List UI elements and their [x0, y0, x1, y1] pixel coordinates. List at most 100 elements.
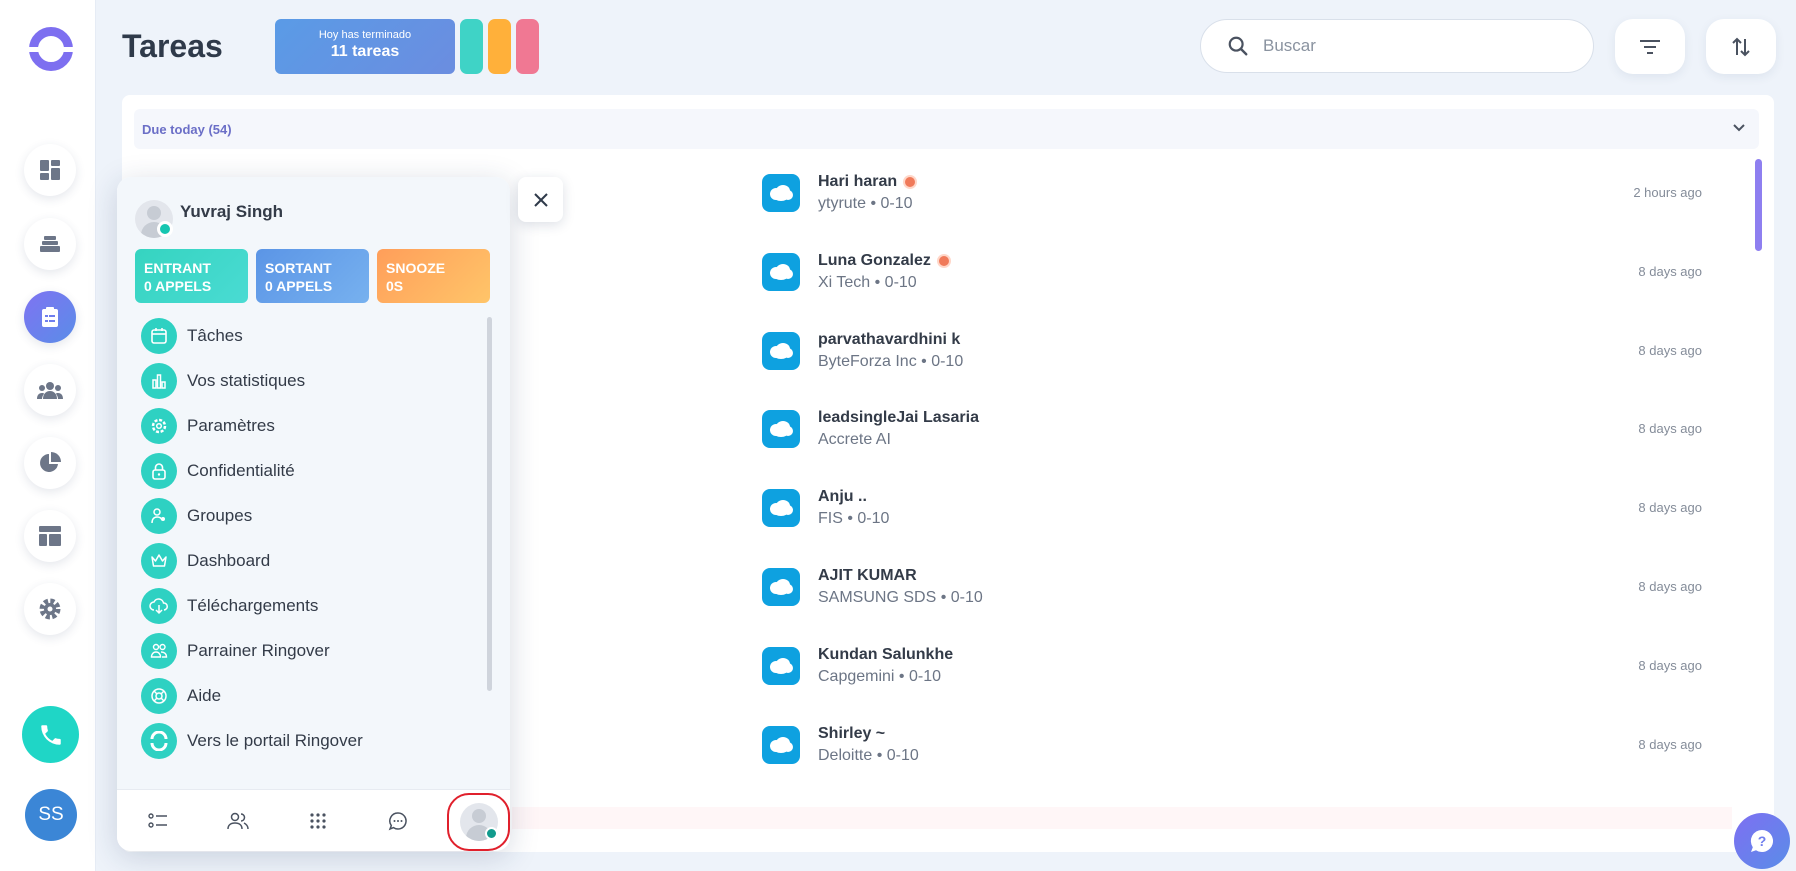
salesforce-icon: [762, 489, 800, 527]
menu-item-parametres[interactable]: Paramètres: [141, 407, 461, 445]
task-contact-company: ytyrute • 0-10: [818, 195, 913, 212]
menu-item-label: Dashboard: [187, 551, 271, 570]
menu-item-portail[interactable]: Vers le portail Ringover: [141, 722, 461, 760]
task-row[interactable]: Anju .. FIS • 0-10 8 days ago: [762, 477, 1702, 556]
priority-flag-icon: [936, 254, 951, 268]
close-popover-button[interactable]: [518, 177, 563, 222]
overdue-section-edge: [512, 807, 1732, 829]
salesforce-icon: [762, 568, 800, 606]
stat-label: SNOOZE: [386, 260, 446, 276]
menu-item-label: Parrainer Ringover: [187, 641, 330, 660]
task-row[interactable]: Luna Gonzalez Xi Tech • 0-10 8 days ago: [762, 241, 1702, 320]
task-contact-name: AJIT KUMAR: [818, 567, 917, 584]
phone-call-button[interactable]: [22, 706, 79, 763]
task-time: 8 days ago: [1638, 579, 1702, 594]
task-contact-name: Shirley ~: [818, 725, 886, 742]
page-title: Tareas: [122, 28, 223, 64]
pie-chart-icon[interactable]: [24, 437, 76, 489]
bar-chart-icon: [141, 363, 177, 399]
task-contact-company: Deloitte • 0-10: [818, 747, 919, 764]
calendar-icon: [141, 318, 177, 354]
popover-body: Yuvraj Singh ENTRANT 0 APPELS SORTANT 0 …: [117, 177, 510, 789]
chat-nav-button[interactable]: [381, 804, 415, 838]
menu-item-aide[interactable]: Aide: [141, 677, 461, 715]
menu-item-statistiques[interactable]: Vos statistiques: [141, 362, 461, 400]
salesforce-icon: [762, 253, 800, 291]
svg-text:?: ?: [1758, 833, 1767, 849]
task-row[interactable]: Shirley ~ Deloitte • 0-10 8 days ago: [762, 714, 1702, 793]
help-button[interactable]: ?: [1734, 813, 1790, 869]
dashboard-icon[interactable]: [24, 144, 76, 196]
salesforce-icon: [762, 647, 800, 685]
due-today-label: Due today (54): [142, 122, 232, 137]
menu-item-parrainer[interactable]: Parrainer Ringover: [141, 632, 461, 670]
gear-icon[interactable]: [24, 583, 76, 635]
stat-snooze: SNOOZE 0S: [377, 249, 490, 303]
layout-icon[interactable]: [24, 510, 76, 562]
task-row[interactable]: Kundan Salunkhe Capgemini • 0-10 8 days …: [762, 635, 1702, 714]
popover-scrollbar[interactable]: [487, 317, 492, 691]
task-contact-company: Capgemini • 0-10: [818, 668, 941, 685]
task-list-nav-button[interactable]: [141, 804, 175, 838]
user-avatar[interactable]: SS: [25, 789, 77, 841]
done-card-caption: Hoy has terminado: [318, 29, 412, 41]
salesforce-icon: [762, 726, 800, 764]
dialpad-icon: [310, 813, 326, 829]
filter-icon: [1640, 39, 1660, 54]
app-logo-icon[interactable]: [26, 27, 76, 71]
menu-item-taches[interactable]: Tâches: [141, 317, 461, 355]
tasks-icon[interactable]: [24, 291, 76, 343]
cloud-download-icon: [141, 588, 177, 624]
menu-item-groupes[interactable]: Groupes: [141, 497, 461, 535]
profile-nav-button[interactable]: [447, 793, 510, 851]
menu-item-confidentialite[interactable]: Confidentialité: [141, 452, 461, 490]
progress-pill-orange: [488, 19, 511, 74]
menu-item-telechargements[interactable]: Téléchargements: [141, 587, 461, 625]
menu-item-dashboard[interactable]: Dashboard: [141, 542, 461, 580]
sort-button[interactable]: [1706, 19, 1776, 74]
due-today-section-header[interactable]: Due today (54): [134, 109, 1759, 149]
stat-label: ENTRANT: [144, 260, 211, 276]
search-icon: [1228, 36, 1248, 56]
task-row[interactable]: leadsingleJai Lasaria Accrete AI 8 days …: [762, 398, 1702, 477]
profile-popover: Yuvraj Singh ENTRANT 0 APPELS SORTANT 0 …: [117, 177, 510, 851]
tasks-done-card: Hoy has terminado 11 tareas: [275, 19, 455, 74]
stat-value: 0 APPELS: [144, 278, 212, 294]
lifebuoy-icon: [141, 678, 177, 714]
people-icon[interactable]: [24, 364, 76, 416]
search-input[interactable]: [1263, 36, 1563, 56]
task-contact-company: ByteForza Inc • 0-10: [818, 353, 964, 370]
ringover-logo-icon: [141, 723, 177, 759]
task-contact-name: parvathavardhini k: [818, 331, 961, 348]
chevron-down-icon[interactable]: [1731, 119, 1747, 135]
filter-button[interactable]: [1615, 19, 1685, 74]
task-time: 8 days ago: [1638, 658, 1702, 673]
left-rail: SS: [0, 0, 96, 871]
task-time: 8 days ago: [1638, 421, 1702, 436]
menu-item-label: Vos statistiques: [187, 371, 306, 390]
task-contact-company: Accrete AI: [818, 431, 891, 448]
stat-incoming-calls: ENTRANT 0 APPELS: [135, 249, 248, 303]
task-list-scrollbar[interactable]: [1755, 159, 1762, 251]
task-contact-name: Hari haran: [818, 173, 918, 191]
task-row[interactable]: AJIT KUMAR SAMSUNG SDS • 0-10 8 days ago: [762, 556, 1702, 635]
priority-flag-icon: [903, 175, 918, 189]
task-contact-name: Luna Gonzalez: [818, 252, 951, 270]
contacts-nav-button[interactable]: [221, 804, 255, 838]
stat-value: 0 APPELS: [265, 278, 333, 294]
task-row[interactable]: parvathavardhini k ByteForza Inc • 0-10 …: [762, 320, 1702, 399]
task-time: 2 hours ago: [1633, 185, 1702, 200]
task-contact-company: Xi Tech • 0-10: [818, 274, 917, 291]
task-row[interactable]: Hari haran ytyrute • 0-10 2 hours ago: [762, 162, 1702, 241]
close-icon: [533, 192, 548, 207]
stat-label: SORTANT: [265, 260, 332, 276]
search-box[interactable]: [1200, 19, 1594, 73]
task-contact-name: Anju ..: [818, 488, 867, 505]
help-chat-icon: ?: [1750, 829, 1774, 852]
task-contact-name: leadsingleJai Lasaria: [818, 409, 979, 426]
salesforce-icon: [762, 174, 800, 212]
progress-pill-pink: [516, 19, 539, 74]
dialpad-nav-button[interactable]: [301, 804, 335, 838]
inbox-icon[interactable]: [24, 218, 76, 270]
profile-user-name: Yuvraj Singh: [180, 202, 283, 221]
